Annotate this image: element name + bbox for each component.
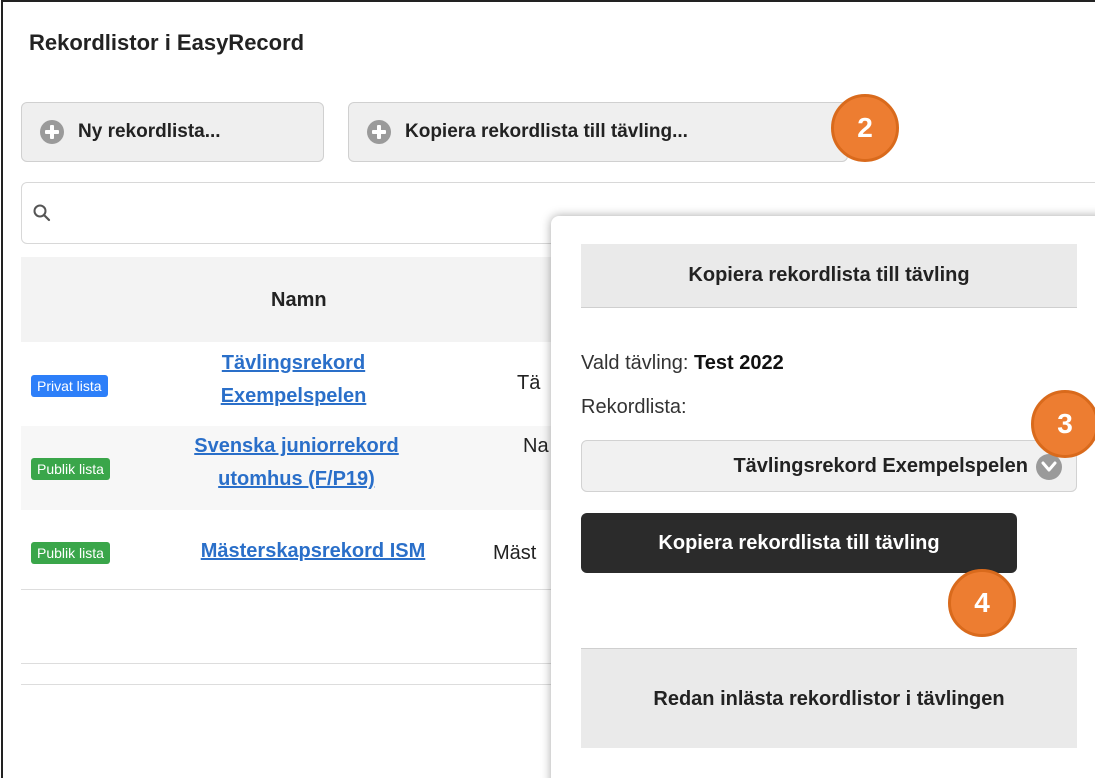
private-list-badge: Privat lista (31, 375, 108, 397)
records-panel: Rekordlistor i EasyRecord Ny rekordlista… (1, 0, 1095, 778)
public-list-badge: Publik lista (31, 542, 110, 564)
page-title: Rekordlistor i EasyRecord (29, 30, 305, 55)
new-record-list-button[interactable]: Ny rekordlista... (21, 102, 324, 162)
record-list-name-line1: Svenska juniorrekord (194, 435, 399, 457)
record-list-name-line2: Exempelspelen (220, 385, 367, 407)
record-list-link[interactable]: Svenska juniorrekord utomhus (F/P19) (169, 430, 424, 496)
selected-competition: Vald tävling: Test 2022 (581, 352, 784, 375)
popover-title: Kopiera rekordlista till tävling (581, 244, 1077, 308)
step-4-annotation: 4 (948, 569, 1016, 637)
record-list-selected-value: Tävlingsrekord Exempelspelen (733, 454, 1028, 477)
loaded-record-lists-button[interactable]: Redan inlästa rekordlistor i tävlingen (581, 648, 1077, 748)
record-list-name-line1: Mästerskapsrekord ISM (200, 540, 426, 562)
search-icon (33, 204, 51, 222)
record-list-description: Mäst (493, 542, 537, 564)
selected-competition-value: Test 2022 (694, 352, 784, 374)
record-list-name-line2: utomhus (F/P19) (218, 468, 375, 490)
new-record-list-label: Ny rekordlista... (78, 121, 221, 142)
copy-to-competition-button[interactable]: Kopiera rekordlista till tävling (581, 513, 1017, 573)
copy-record-list-button[interactable]: Kopiera rekordlista till tävling... (348, 102, 848, 162)
column-header-name[interactable]: Namn (271, 289, 327, 312)
record-list-link[interactable]: Mästerskapsrekord ISM (158, 535, 468, 568)
selected-competition-label: Vald tävling: (581, 352, 689, 374)
step-3-annotation: 3 (1031, 390, 1095, 458)
record-list-label: Rekordlista: (581, 396, 687, 418)
record-list-description: Na (523, 435, 549, 457)
public-list-badge: Publik lista (31, 458, 110, 480)
record-list-select[interactable]: Tävlingsrekord Exempelspelen (581, 440, 1077, 492)
plus-circle-icon (367, 120, 391, 144)
record-list-name-line1: Tävlingsrekord (221, 352, 366, 374)
step-2-annotation: 2 (831, 94, 899, 162)
chevron-down-icon (1036, 454, 1062, 480)
copy-record-list-label: Kopiera rekordlista till tävling... (405, 121, 688, 142)
plus-circle-icon (40, 120, 64, 144)
copy-record-list-popover: Kopiera rekordlista till tävling Vald tä… (551, 216, 1095, 778)
record-list-link[interactable]: Tävlingsrekord Exempelspelen (196, 347, 391, 413)
record-list-description: Tä (517, 372, 541, 394)
